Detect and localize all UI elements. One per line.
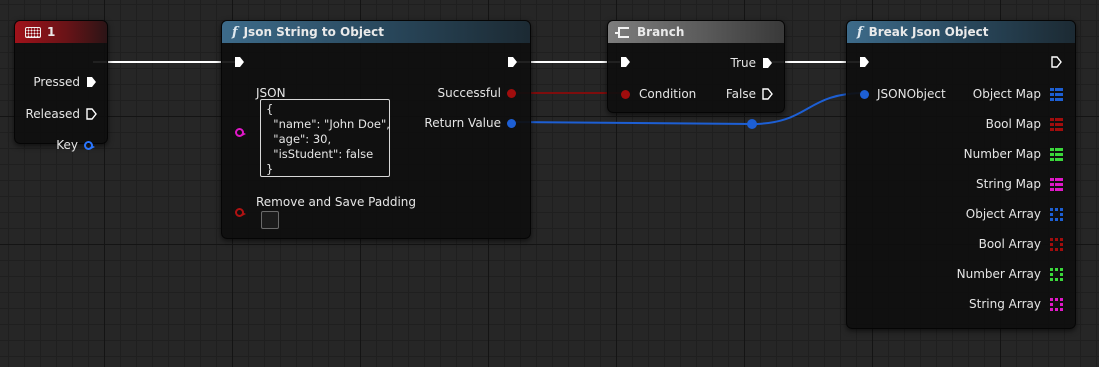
output-label: Number Map — [963, 147, 1041, 161]
json-input-label: JSON — [256, 86, 286, 100]
pressed-label: Pressed — [33, 75, 80, 89]
pin-row-string-array: String Array — [969, 297, 1063, 311]
exec-pin-json-out-icon[interactable] — [507, 56, 518, 68]
false-label: False — [725, 87, 756, 101]
jsonobject-pin-icon[interactable] — [860, 89, 869, 99]
pin-row-object-array: Object Array — [966, 207, 1063, 221]
pin-row-false: False — [726, 87, 773, 101]
pin-row-number-map: Number Map — [964, 147, 1063, 161]
exec-pin-true-icon[interactable] — [762, 57, 773, 69]
json-node-header[interactable]: f Json String to Object — [222, 21, 530, 43]
array-pin-icon[interactable] — [1049, 267, 1063, 281]
branch-icon — [615, 26, 629, 38]
output-label: String Map — [976, 177, 1041, 191]
array-pin-icon[interactable] — [1049, 297, 1063, 311]
function-icon: f — [857, 24, 863, 40]
map-pin-icon[interactable] — [1049, 147, 1063, 161]
exec-pin-break-in-icon[interactable] — [859, 56, 870, 68]
pin-row-bool-map: Bool Map — [986, 117, 1063, 131]
branch-node[interactable]: Branch Condition True False — [607, 20, 785, 113]
key-event-title: 1 — [47, 25, 56, 39]
output-label: Object Array — [965, 207, 1041, 221]
pin-row-pressed: Pressed — [33, 75, 97, 89]
array-pin-icon[interactable] — [1049, 237, 1063, 251]
blueprint-graph-canvas[interactable]: 1 Pressed Released Key f Json String to … — [0, 0, 1099, 367]
padding-label: Remove and Save Padding — [256, 195, 417, 209]
array-pin-icon[interactable] — [1049, 207, 1063, 221]
padding-checkbox[interactable] — [261, 211, 279, 229]
key-event-node[interactable]: 1 Pressed Released Key — [14, 20, 108, 152]
exec-pin-json-in-icon[interactable] — [234, 56, 245, 68]
pin-row-bool-array: Bool Array — [979, 237, 1063, 251]
pin-row-object-map: Object Map — [973, 87, 1063, 101]
reroute-knot[interactable] — [747, 119, 757, 129]
output-label: Number Array — [956, 267, 1041, 281]
pin-row-true: True — [731, 56, 774, 70]
function-icon: f — [232, 24, 238, 40]
output-label: Object Map — [972, 87, 1041, 101]
break-node-title: Break Json Object — [868, 25, 989, 39]
json-string-to-object-node[interactable]: f Json String to Object JSON { "name": "… — [221, 20, 531, 239]
pin-row-number-array: Number Array — [957, 267, 1063, 281]
padding-bool-pin-icon[interactable] — [235, 208, 246, 217]
branch-node-header[interactable]: Branch — [608, 21, 784, 43]
pin-row-string-map: String Map — [976, 177, 1063, 191]
true-label: True — [730, 56, 757, 70]
output-label: Bool Map — [985, 117, 1041, 131]
exec-pin-pressed-icon[interactable] — [86, 76, 97, 88]
map-pin-icon[interactable] — [1049, 177, 1063, 191]
json-node-title: Json String to Object — [243, 25, 384, 39]
pin-row-return-value: Return Value — [424, 116, 516, 130]
padding-label-row: Remove and Save Padding — [256, 195, 416, 209]
json-string-textbox[interactable]: { "name": "John Doe", "age": 30, "isStud… — [260, 99, 390, 177]
pin-row-released: Released — [25, 107, 97, 121]
exec-pin-branch-in-icon[interactable] — [620, 56, 631, 68]
released-label: Released — [25, 107, 80, 121]
condition-bool-pin-icon[interactable] — [621, 89, 630, 99]
key-event-header[interactable]: 1 — [15, 21, 107, 43]
return-value-object-pin-icon[interactable] — [507, 118, 516, 128]
return-value-label: Return Value — [424, 116, 501, 130]
branch-node-title: Branch — [637, 25, 685, 39]
key-struct-pin-icon[interactable] — [84, 140, 95, 150]
exec-pin-break-out-icon[interactable] — [1051, 56, 1062, 68]
break-node-header[interactable]: f Break Json Object — [847, 21, 1075, 43]
json-input-label-row: JSON — [256, 86, 286, 100]
pin-row-jsonobject: JSONObject — [860, 87, 946, 101]
exec-pin-released-icon[interactable] — [86, 108, 97, 120]
jsonobject-label: JSONObject — [877, 87, 946, 101]
map-pin-icon[interactable] — [1049, 87, 1063, 101]
successful-bool-pin-icon[interactable] — [507, 88, 516, 98]
keyboard-icon — [25, 26, 41, 38]
successful-label: Successful — [437, 86, 501, 100]
output-label: Bool Array — [978, 237, 1041, 251]
key-label: Key — [56, 138, 78, 152]
break-json-object-node[interactable]: f Break Json Object JSONObject Object Ma… — [846, 20, 1076, 329]
map-pin-icon[interactable] — [1049, 117, 1063, 131]
pin-row-successful: Successful — [438, 86, 516, 100]
pin-row-key: Key — [56, 138, 95, 152]
output-label: String Array — [969, 297, 1041, 311]
json-string-pin-icon[interactable] — [235, 128, 246, 137]
condition-label: Condition — [639, 87, 697, 101]
pin-row-condition: Condition — [621, 87, 696, 101]
exec-pin-false-icon[interactable] — [762, 88, 773, 100]
